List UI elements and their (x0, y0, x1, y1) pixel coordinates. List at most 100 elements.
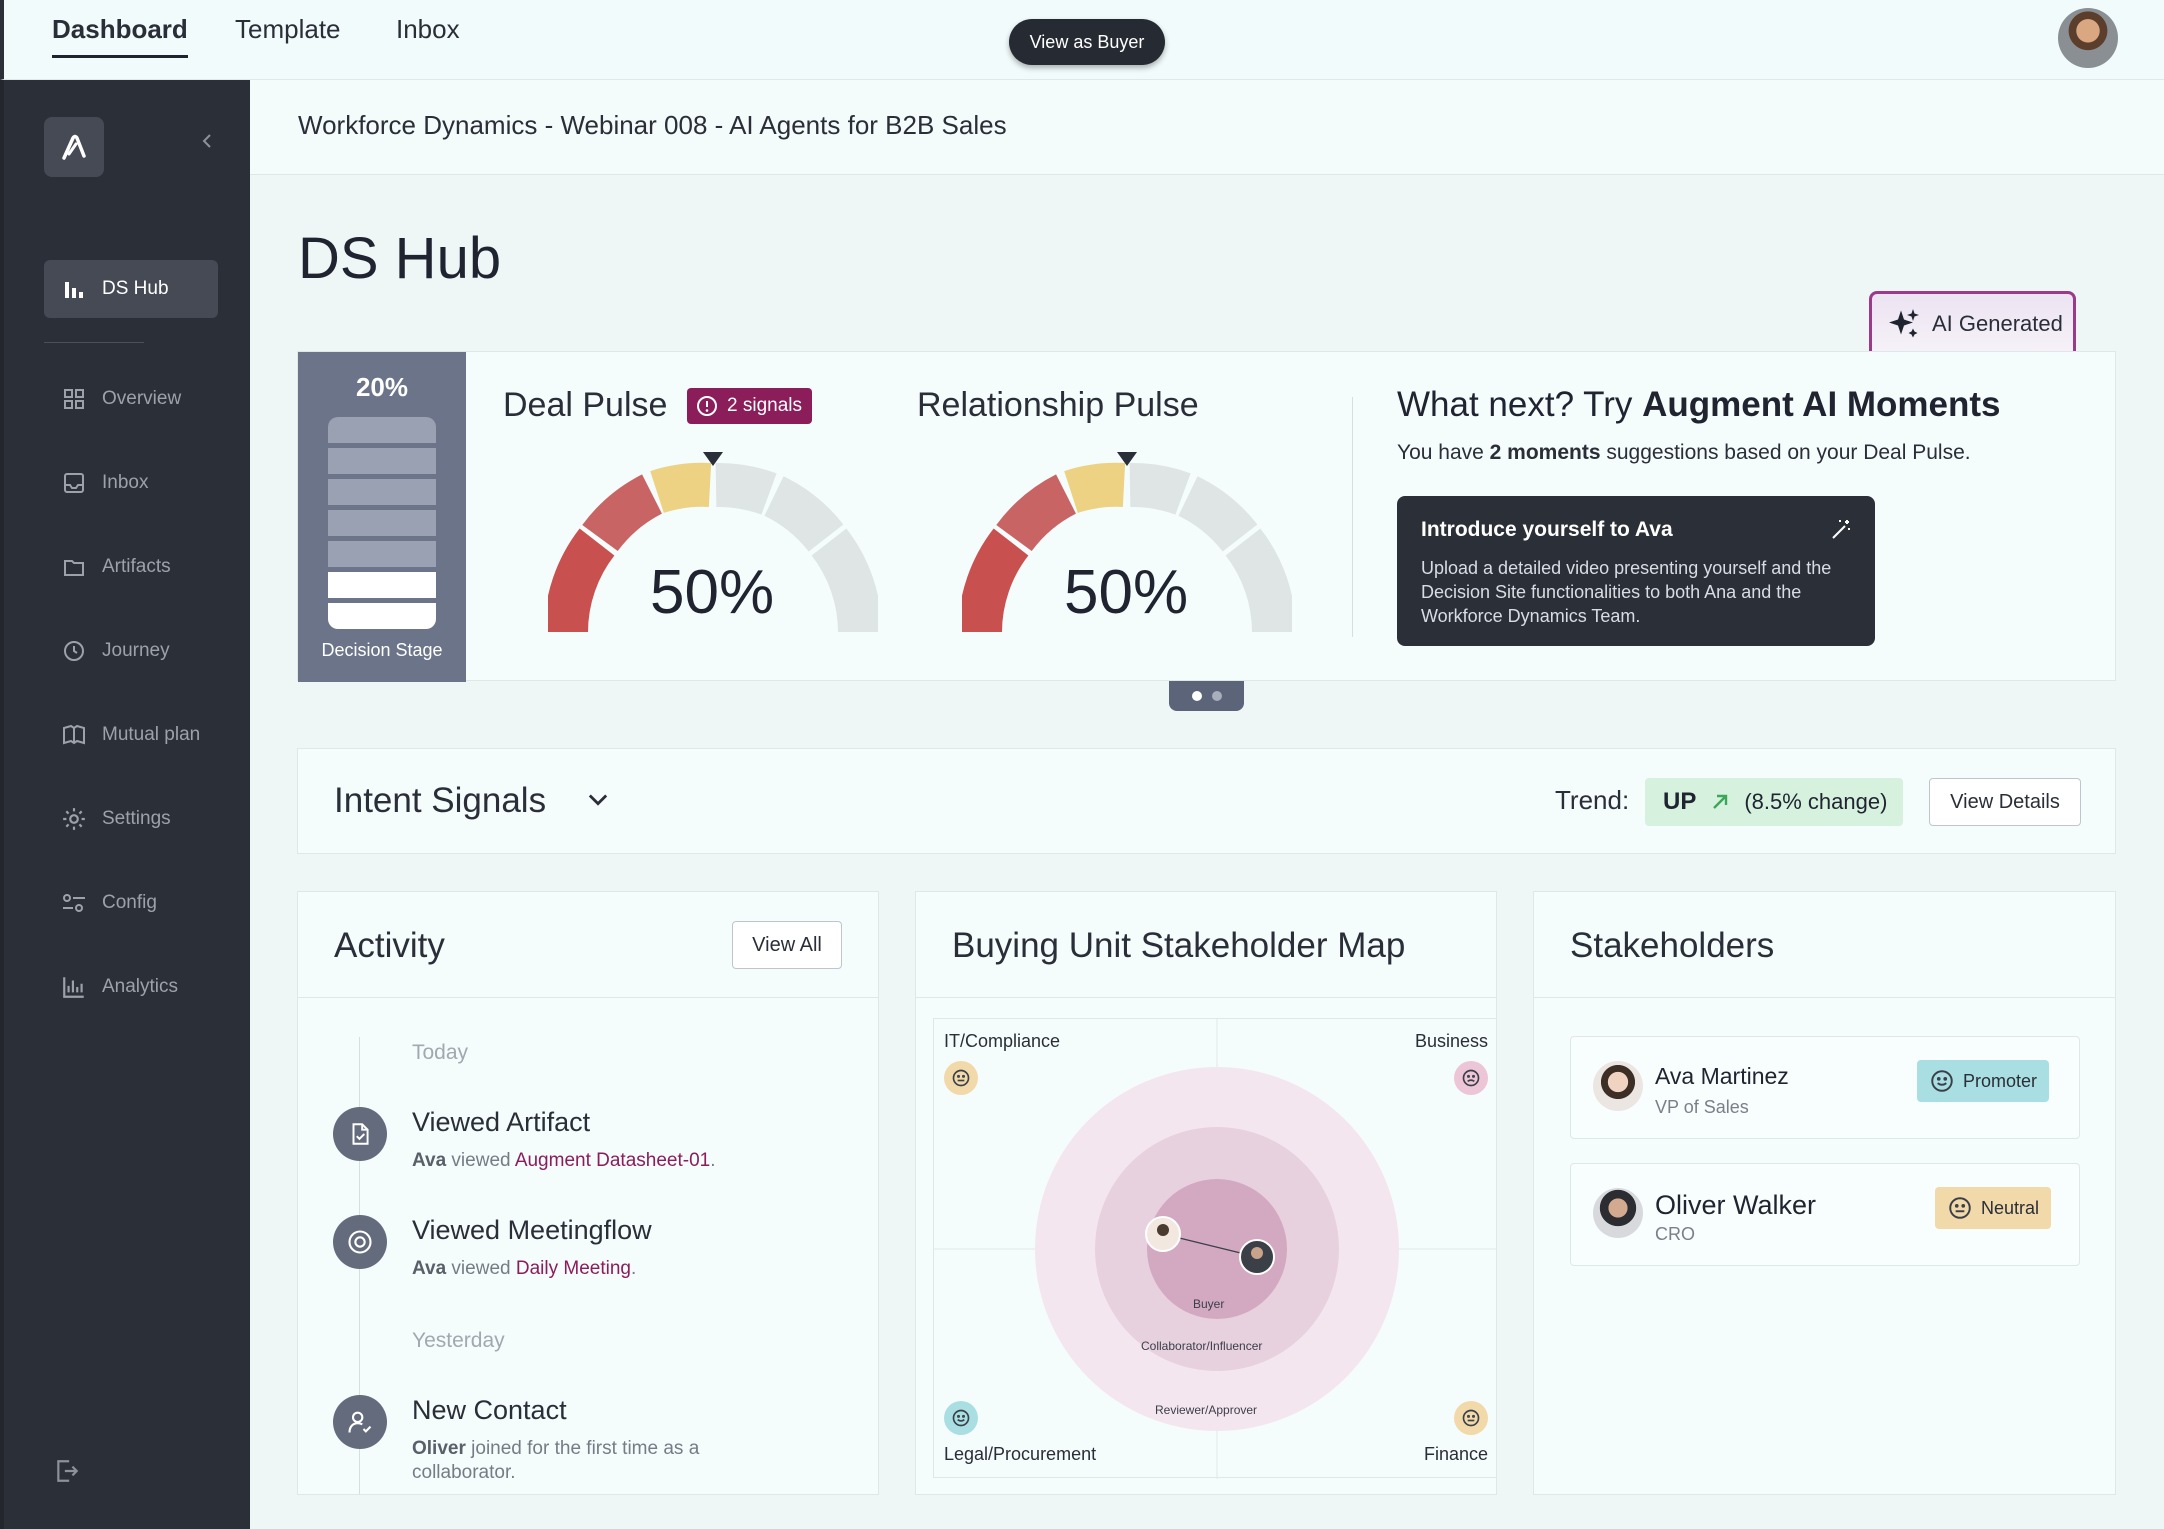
sidebar-item-mutual-plan[interactable]: Mutual plan (44, 706, 218, 764)
activity-actor: Ava (412, 1150, 447, 1171)
view-all-button[interactable]: View All (732, 921, 842, 969)
activity-end: . (630, 1258, 637, 1279)
sidebar-item-ds-hub[interactable]: DS Hub (44, 260, 218, 318)
activity-icon (333, 1215, 387, 1269)
sidebar-item-label: Mutual plan (102, 724, 201, 745)
app-logo[interactable] (44, 117, 104, 177)
inbox-icon (60, 469, 88, 497)
user-avatar[interactable] (2058, 8, 2118, 68)
view-as-buyer-button[interactable]: View as Buyer (1009, 19, 1165, 65)
document-check-icon (352, 1123, 369, 1145)
activity-end: . (710, 1150, 716, 1171)
signals-badge[interactable]: 2 signals (687, 388, 812, 424)
sidebar-item-label: Config (102, 892, 157, 913)
sub-prefix: You have (1397, 441, 1490, 464)
bar-chart-icon (60, 275, 88, 303)
intent-expand-toggle[interactable] (584, 785, 612, 818)
carousel-pagination (1169, 681, 1244, 711)
moment-body: Upload a detailed video presenting yours… (1421, 558, 1832, 626)
ai-moment-card[interactable]: Introduce yourself to Ava Upload a detai… (1397, 496, 1875, 646)
stakeholder-map-header: Buying Unit Stakeholder Map (916, 892, 1496, 998)
logo-icon (62, 134, 86, 160)
analytics-icon (60, 973, 88, 1001)
gauge-segment-red (548, 528, 615, 633)
gear-icon (60, 805, 88, 833)
sidebar-divider (44, 342, 144, 343)
sidebar-item-label: Inbox (102, 472, 149, 493)
stakeholder-role: VP of Sales (1655, 1097, 1749, 1117)
sidebar-item-artifacts[interactable]: Artifacts (44, 538, 218, 596)
sparkle-icon (1889, 308, 1919, 337)
view-details-button[interactable]: View Details (1929, 778, 2081, 826)
activity-actor: Ava (412, 1258, 447, 1279)
quadrant-label-business: Business (1414, 1031, 1488, 1051)
tab-template[interactable]: Template (235, 14, 341, 55)
moment-title: Introduce yourself to Ava (1421, 518, 1673, 541)
quadrant-label-it-compliance: IT/Compliance (944, 1031, 1061, 1051)
stage-bar (328, 448, 436, 474)
sidebar-item-config[interactable]: Config (44, 874, 218, 932)
breadcrumb: Workforce Dynamics - Webinar 008 - AI Ag… (298, 110, 1007, 140)
stakeholder-map-panel: Buying Unit Stakeholder Map IT/Complianc… (915, 891, 1497, 1495)
carousel-dot-active[interactable] (1191, 691, 1202, 701)
activity-title: New Contact (412, 1395, 567, 1425)
folder-icon (60, 553, 88, 581)
sidebar-item-label: Overview (102, 388, 182, 409)
relationship-pulse-value: 50% (1064, 558, 1189, 627)
gauge-segment-grey (811, 528, 878, 633)
sentiment-label: Promoter (1963, 1070, 2038, 1091)
activity-title: Viewed Meetingflow (412, 1215, 652, 1245)
logout-button[interactable] (54, 1458, 80, 1489)
book-icon (60, 721, 88, 749)
sidebar-item-overview[interactable]: Overview (44, 370, 218, 428)
stage-percent: 20% (355, 372, 409, 402)
stage-bar (328, 417, 436, 443)
stakeholders-title: Stakeholders (1570, 926, 1775, 965)
decision-stage-panel: 20% Decision Stage (298, 352, 466, 682)
stakeholder-card[interactable]: Oliver Walker CRO Neutral (1570, 1163, 2080, 1266)
arrow-up-right-icon (1713, 794, 1728, 809)
target-icon (348, 1230, 372, 1254)
magic-wand-icon[interactable] (1829, 518, 1853, 542)
sidebar-item-settings[interactable]: Settings (44, 790, 218, 848)
stage-progress-bars (328, 417, 436, 634)
deal-pulse-title: Deal Pulse (503, 386, 668, 424)
ai-generated-tab[interactable]: AI Generated (1869, 291, 2076, 353)
chevron-left-icon (202, 134, 211, 148)
stakeholder-map-title: Buying Unit Stakeholder Map (952, 926, 1406, 965)
stakeholder-role: CRO (1655, 1224, 1695, 1244)
stage-bar (328, 541, 436, 567)
activity-target-link[interactable]: Daily Meeting (516, 1258, 631, 1279)
grid-icon (60, 385, 88, 413)
sidebar-item-journey[interactable]: Journey (44, 622, 218, 680)
tab-inbox[interactable]: Inbox (396, 14, 460, 55)
avatar (1593, 1188, 1643, 1238)
sidebar-item-analytics[interactable]: Analytics (44, 958, 218, 1016)
page-title: DS Hub (298, 226, 502, 291)
sidebar-item-label: Journey (102, 640, 170, 661)
stage-label: Decision Stage (321, 640, 443, 660)
trend-label: Trend: (1555, 785, 1630, 815)
what-next-highlight: Augment AI Moments (1642, 385, 2001, 424)
carousel-dot[interactable] (1211, 691, 1222, 701)
clock-icon (60, 637, 88, 665)
quadrant-label-legal-procurement: Legal/Procurement (944, 1444, 1097, 1464)
neutral-face-icon (944, 1061, 978, 1095)
sub-bold: 2 moments (1489, 441, 1601, 464)
sidebar-item-inbox[interactable]: Inbox (44, 454, 218, 512)
neutral-face-icon (1949, 1197, 1971, 1219)
gauge-segment-grey (715, 463, 777, 515)
sidebar: DS Hub Overview Inbox Artifacts Journey … (0, 80, 250, 1529)
collapse-sidebar-button[interactable] (200, 130, 214, 158)
deal-pulse-value: 50% (650, 558, 775, 627)
ring-label-reviewer: Reviewer/Approver (1155, 1403, 1258, 1417)
activity-target-link[interactable]: Augment Datasheet-01 (515, 1150, 710, 1171)
gauge-segment-red (962, 528, 1029, 633)
chevron-down-icon (588, 794, 608, 806)
stakeholder-card[interactable]: Ava Martinez VP of Sales Promoter (1570, 1036, 2080, 1139)
intent-signals-title: Intent Signals (334, 781, 547, 820)
activity-title: Activity (334, 926, 445, 965)
ai-generated-label: AI Generated (1932, 310, 2063, 336)
tab-dashboard[interactable]: Dashboard (52, 14, 188, 58)
what-next-subtitle: You have 2 moments suggestions based on … (1397, 441, 1971, 465)
